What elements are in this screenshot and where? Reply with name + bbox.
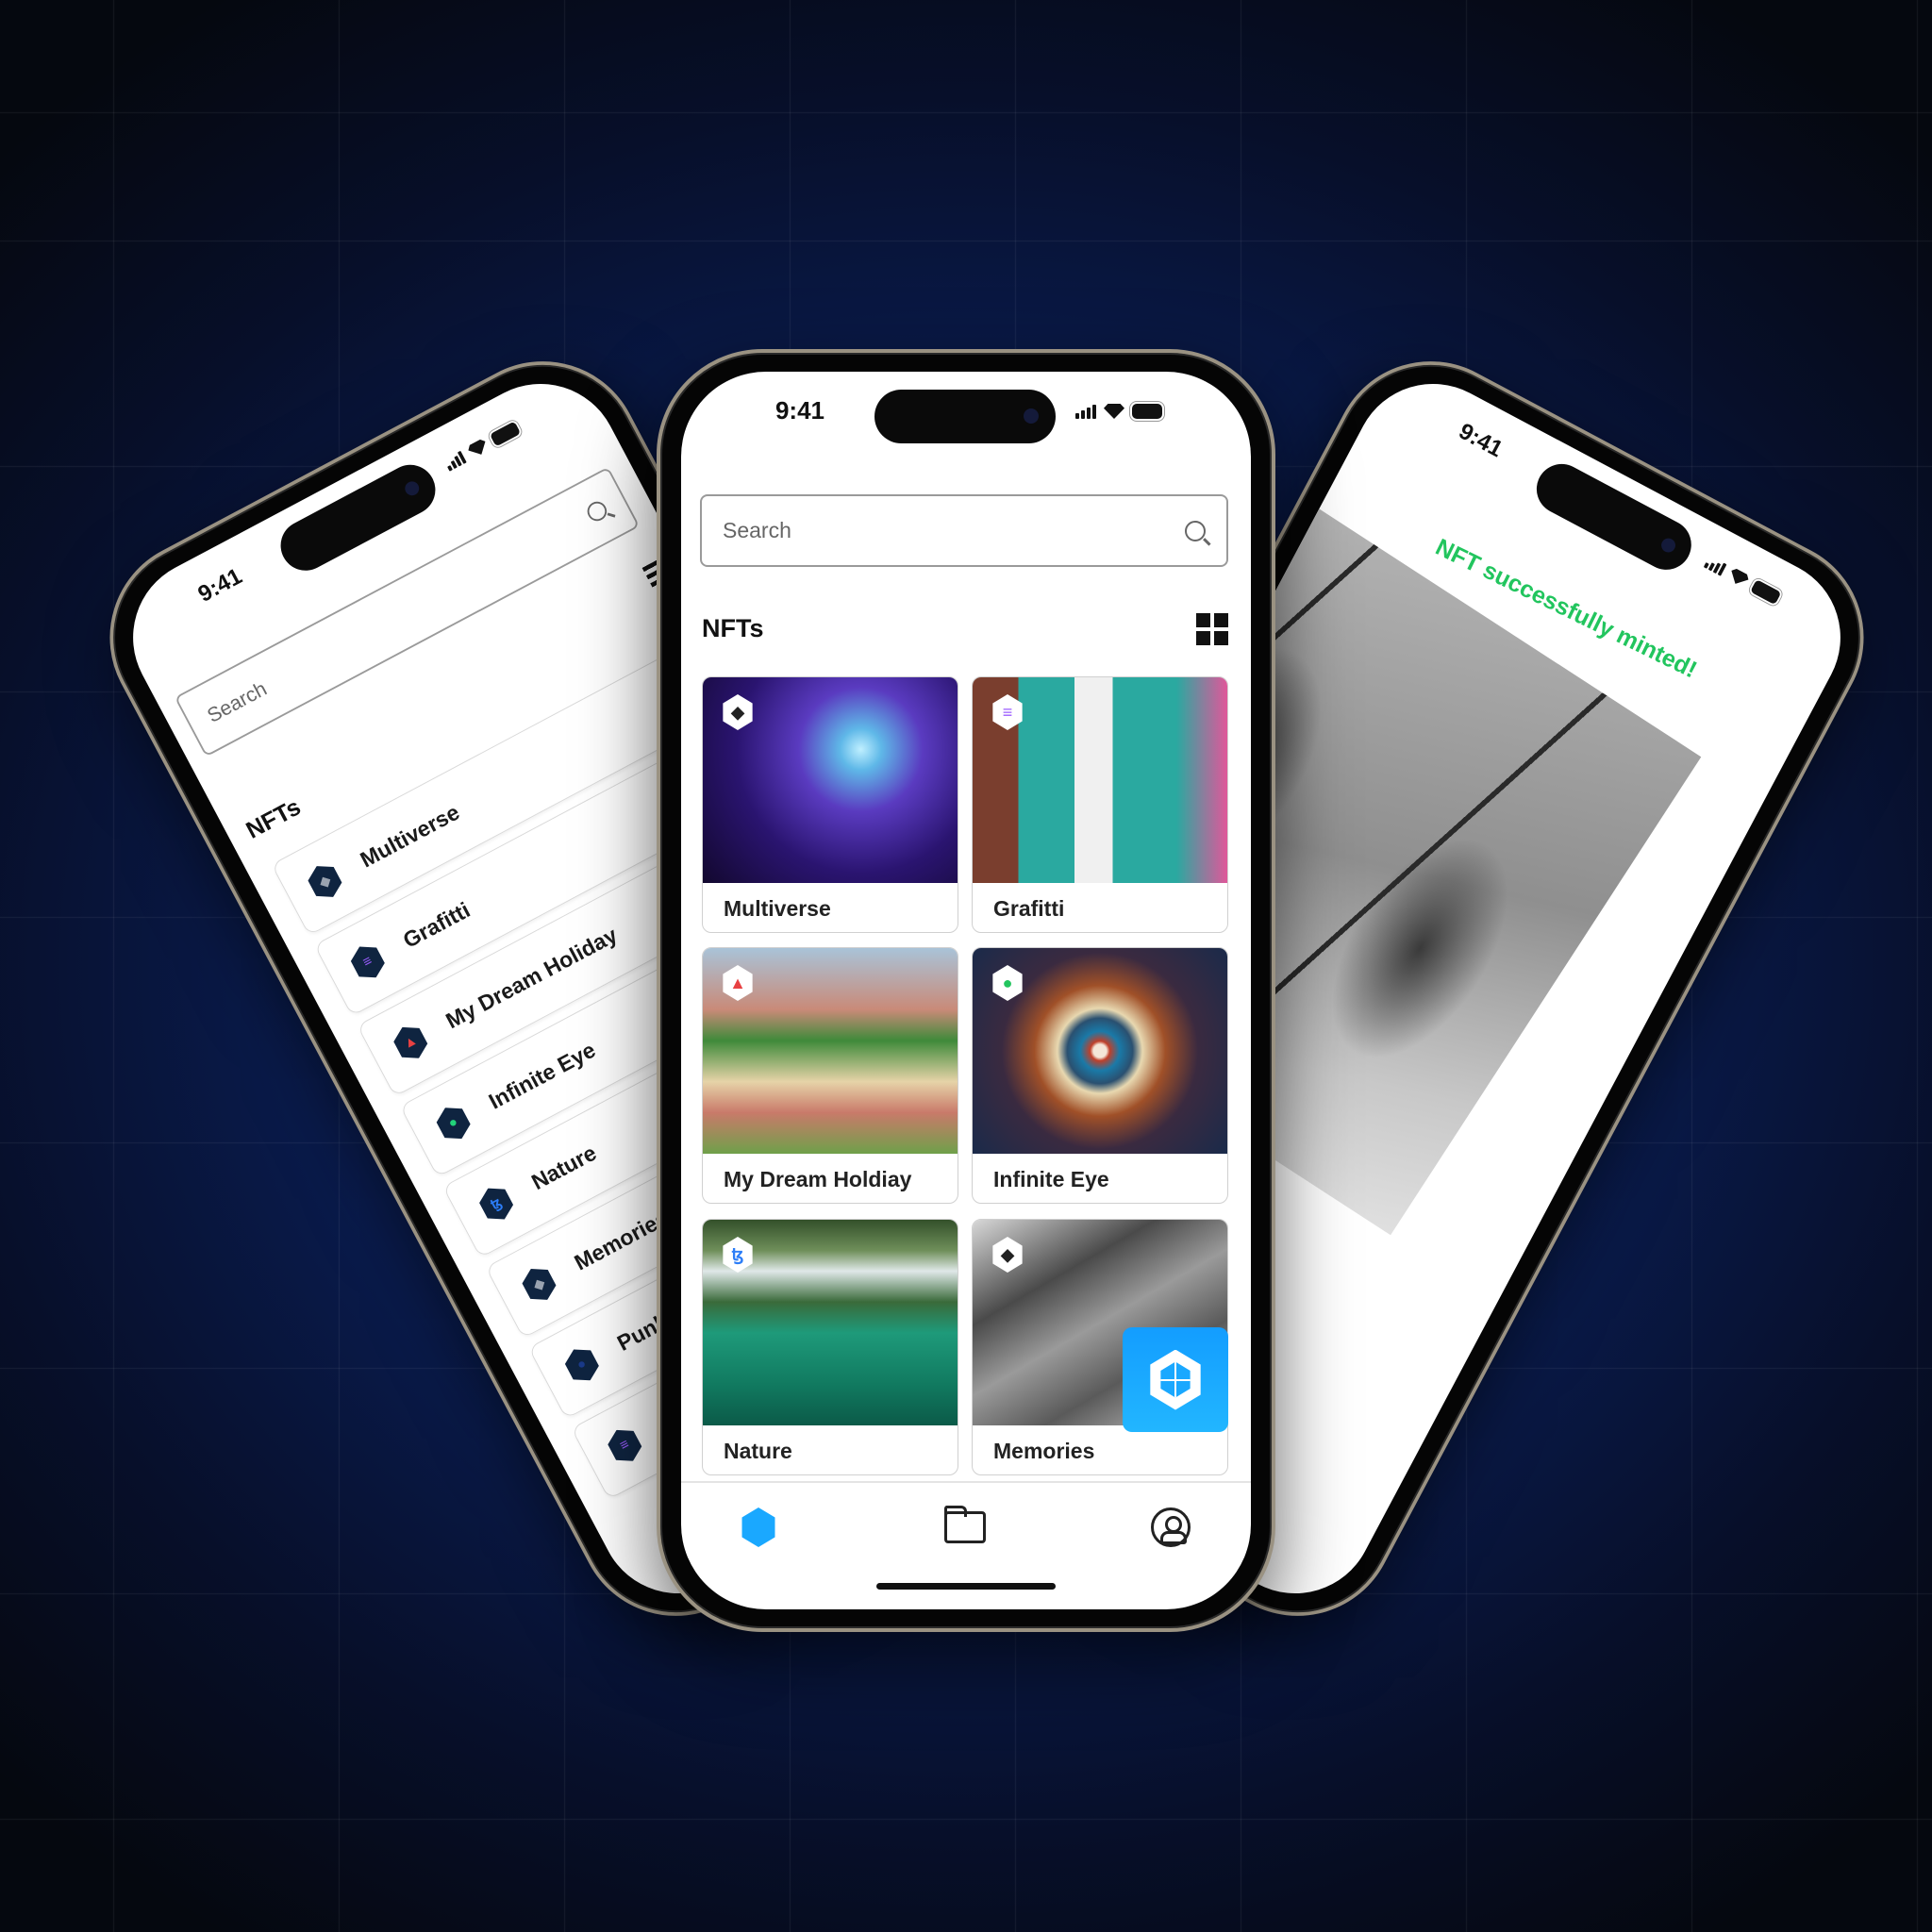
nft-card[interactable]: ꜩ Nature [702, 1219, 958, 1475]
search-placeholder: Search [723, 518, 791, 542]
status-time: 9:41 [1455, 417, 1507, 462]
green-coin-icon: ● [992, 965, 1023, 1001]
nft-image: ● [973, 948, 1227, 1154]
search-input[interactable]: Search [700, 494, 1228, 567]
nft-title: Nature [724, 1438, 792, 1463]
profile-icon [1151, 1507, 1191, 1547]
list-item-title: Nature [527, 1140, 601, 1195]
dark-coin-icon: ● [559, 1342, 604, 1389]
status-time: 9:41 [774, 396, 825, 425]
list-item-title: Multiverse [356, 799, 464, 873]
search-icon[interactable] [583, 497, 610, 525]
wifi-icon [1726, 567, 1750, 589]
camera [1024, 408, 1039, 424]
avalanche-icon: ▲ [723, 965, 753, 1001]
ethereum-icon: ◆ [992, 1237, 1023, 1273]
section-title: NFTs [242, 793, 306, 844]
battery-icon [489, 421, 522, 447]
nft-title: Memories [993, 1438, 1095, 1463]
section-title: NFTs [702, 614, 764, 642]
solana-icon: ≡ [603, 1423, 647, 1469]
hexagon-icon [741, 1507, 775, 1547]
grid-icon[interactable] [1196, 613, 1228, 645]
search-icon[interactable] [1185, 520, 1206, 541]
list-item-title: Infinite Eye [484, 1037, 600, 1114]
solana-icon: ≡ [992, 694, 1023, 730]
center-phone-screen: 9:41 Search NFTs ◆ Multiverse ≡ Grafitti ▲ My… [681, 372, 1251, 1609]
status-icons [1703, 555, 1782, 606]
nft-title: Grafitti [993, 895, 1065, 921]
green-coin-icon: ● [431, 1100, 475, 1146]
wifi-icon [1104, 404, 1124, 419]
list-item-title: Grafitti [398, 897, 475, 954]
nft-title: Multiverse [724, 895, 831, 921]
nft-image: ≡ [973, 677, 1227, 883]
avalanche-icon: ▲ [389, 1020, 433, 1066]
nft-card[interactable]: ● Infinite Eye [972, 947, 1228, 1204]
nft-action-button[interactable] [1123, 1327, 1228, 1432]
wifi-icon [466, 438, 490, 459]
solana-icon: ≡ [345, 940, 390, 986]
signal-icon [1075, 405, 1096, 419]
nav-home[interactable] [735, 1504, 782, 1551]
nav-collections[interactable] [941, 1504, 989, 1551]
signal-icon [1703, 556, 1727, 576]
nft-image: ꜩ [703, 1220, 958, 1425]
signal-icon [443, 450, 467, 472]
dynamic-island [874, 390, 1056, 443]
nav-profile[interactable] [1147, 1504, 1194, 1551]
battery-icon [1132, 404, 1162, 419]
status-icons [1075, 404, 1162, 419]
status-time: 9:41 [193, 562, 246, 608]
camera [1658, 535, 1678, 556]
home-indicator [876, 1583, 1056, 1590]
cube-hexagon-icon [1150, 1349, 1201, 1410]
center-phone: 9:41 Search NFTs ◆ Multiverse ≡ Grafitti ▲ My… [657, 349, 1275, 1632]
nft-card[interactable]: ◆ Multiverse [702, 676, 958, 933]
battery-icon [1750, 579, 1782, 606]
nft-card[interactable]: ≡ Grafitti [972, 676, 1228, 933]
nft-title: Infinite Eye [993, 1166, 1109, 1191]
tab-bar-divider [681, 1481, 1251, 1483]
nft-title: My Dream Holdiay [724, 1166, 912, 1191]
nft-image: ◆ [703, 677, 958, 883]
ethereum-icon: ◆ [723, 694, 753, 730]
camera [402, 478, 422, 498]
nft-image: ▲ [703, 948, 958, 1154]
ethereum-icon: ◆ [303, 858, 347, 905]
tezos-icon: ꜩ [475, 1181, 519, 1227]
folder-icon [944, 1506, 986, 1543]
ethereum-icon: ◆ [517, 1261, 561, 1307]
nft-card[interactable]: ▲ My Dream Holdiay [702, 947, 958, 1204]
tezos-icon: ꜩ [723, 1237, 753, 1273]
status-icons [443, 421, 522, 472]
search-placeholder: Search [203, 676, 271, 727]
